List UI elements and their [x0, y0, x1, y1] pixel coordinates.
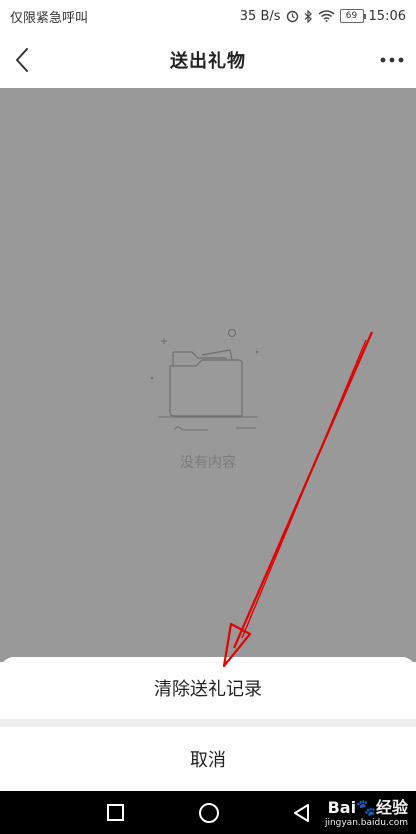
more-dots-icon: [380, 57, 404, 63]
paw-icon: 🐾: [356, 798, 376, 817]
home-icon[interactable]: [199, 803, 219, 823]
watermark: Bai🐾经验 jingyan.baidu.com: [325, 794, 408, 828]
recent-apps-icon[interactable]: [107, 804, 124, 821]
action-sheet: 清除送礼记录 取消: [0, 657, 416, 791]
clock: 15:06: [368, 8, 406, 24]
wifi-icon: [318, 10, 334, 22]
empty-folder-icon: [150, 328, 259, 431]
bluetooth-icon: [304, 9, 312, 23]
back-button[interactable]: [10, 44, 38, 76]
clear-gift-history-button[interactable]: 清除送礼记录: [0, 657, 416, 719]
system-nav-bar: Bai🐾经验 jingyan.baidu.com: [0, 791, 416, 834]
alarm-icon: [286, 10, 298, 22]
more-button[interactable]: [376, 46, 408, 74]
empty-state-text: 没有内容: [180, 455, 236, 471]
cancel-button[interactable]: 取消: [0, 727, 416, 791]
nav-back-icon[interactable]: [292, 803, 310, 823]
status-icons: 35 B/s 69 15:06: [240, 9, 406, 24]
carrier-text: 仅限紧急呼叫: [10, 10, 89, 26]
battery-indicator: 69: [339, 9, 366, 23]
watermark-brand: Bai🐾经验: [327, 798, 408, 817]
screen: 仅限紧急呼叫 35 B/s 69 15:06 送出礼物 没有内容 清除送礼记录 …: [0, 0, 416, 834]
title-bar: 送出礼物: [0, 32, 416, 88]
page-title: 送出礼物: [170, 51, 246, 72]
status-bar: 仅限紧急呼叫 35 B/s 69 15:06: [0, 0, 416, 32]
watermark-domain: jingyan.baidu.com: [324, 818, 408, 828]
sheet-divider: [0, 719, 416, 727]
chevron-left-icon: [16, 48, 28, 72]
network-speed: 35 B/s: [239, 8, 281, 24]
